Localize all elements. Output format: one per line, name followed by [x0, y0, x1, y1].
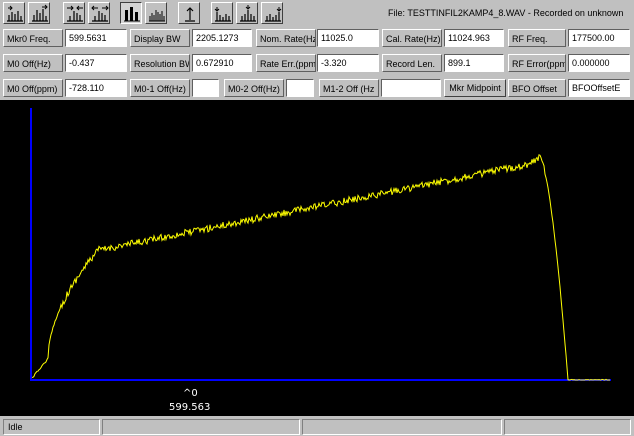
bar-spectrum-icon[interactable] [120, 2, 142, 24]
status-panel-3 [302, 419, 502, 435]
marker-center-icon[interactable] [236, 2, 258, 24]
spectrum-trace [31, 154, 610, 381]
bfo-offset-value[interactable]: BFOOffsetE [568, 79, 630, 97]
status-panel-2 [102, 419, 300, 435]
marker-icon[interactable] [178, 2, 200, 24]
record-len-label: Record Len. [382, 54, 442, 72]
m0-2-off-value [286, 79, 314, 97]
m0-off-ppm-label: M0 Off(ppm) [3, 79, 63, 97]
marker-right-icon[interactable] [261, 2, 283, 24]
nom-rate-label: Nom. Rate(Hz [256, 29, 316, 47]
bfo-offset-label: BFO Offset [508, 79, 566, 97]
status-panel-4 [504, 419, 631, 435]
status-bar: Idle [0, 418, 634, 436]
record-len-value: 899.1 [444, 54, 504, 72]
rf-freq-value: 177500.00 [568, 29, 630, 47]
info-row-2: M0 Off(Hz) -0.437 Resolution BW 0.672910… [0, 54, 634, 76]
m0-1-off-label: M0-1 Off(Hz) [130, 79, 190, 97]
m0-off-ppm-value: -728.110 [65, 79, 127, 97]
m0-off-hz-label: M0 Off(Hz) [3, 54, 63, 72]
zoom-in-icon[interactable] [63, 2, 85, 24]
marker-frequency: 599.563 [169, 402, 210, 413]
line-spectrum-icon[interactable] [145, 2, 167, 24]
m1-2-off-label: M1-2 Off (Hz [319, 79, 379, 97]
m0-2-off-label: M0-2 Off(Hz) [224, 79, 284, 97]
mkr0-freq-label: Mkr0 Freq. [3, 29, 63, 47]
cal-rate-value: 11024.963 [444, 29, 504, 47]
m0-off-hz-value: -0.437 [65, 54, 127, 72]
resolution-bw-value: 0.672910 [192, 54, 252, 72]
rf-error-value: 0.000000 [568, 54, 630, 72]
scale-expand-icon[interactable] [28, 2, 50, 24]
toolbar: File: TESTTINFIL2KAMP4_8.WAV - Recorded … [0, 0, 634, 27]
marker-label: ^0 [183, 388, 198, 399]
rate-err-value: -3.320 [317, 54, 379, 72]
m0-1-off-value [192, 79, 219, 97]
info-row-1: Mkr0 Freq. 599.5631 Display BW 2205.1273… [0, 29, 634, 51]
display-bw-label: Display BW [130, 29, 190, 47]
cal-rate-label: Cal. Rate(Hz) [382, 29, 442, 47]
rate-err-label: Rate Err.(ppm [256, 54, 316, 72]
nom-rate-value: 11025.0 [317, 29, 379, 47]
scale-compress-icon[interactable] [3, 2, 25, 24]
m1-2-off-value [381, 79, 441, 97]
display-bw-value: 2205.1273 [192, 29, 252, 47]
mkr-midpoint-button[interactable]: Mkr Midpoint [444, 79, 506, 97]
rf-error-label: RF Error(ppm [508, 54, 566, 72]
spectrum-plot[interactable]: ^0 599.563 [0, 100, 634, 416]
marker-left-icon[interactable] [211, 2, 233, 24]
mkr0-freq-value: 599.5631 [65, 29, 127, 47]
info-row-3: M0 Off(ppm) -728.110 M0-1 Off(Hz) M0-2 O… [0, 79, 634, 101]
zoom-out-icon[interactable] [88, 2, 110, 24]
spectrum-svg: ^0 599.563 [30, 108, 611, 413]
rf-freq-label: RF Freq. [508, 29, 566, 47]
status-text: Idle [3, 419, 100, 435]
file-title: File: TESTTINFIL2KAMP4_8.WAV - Recorded … [388, 8, 624, 18]
resolution-bw-label: Resolution BW [130, 54, 190, 72]
